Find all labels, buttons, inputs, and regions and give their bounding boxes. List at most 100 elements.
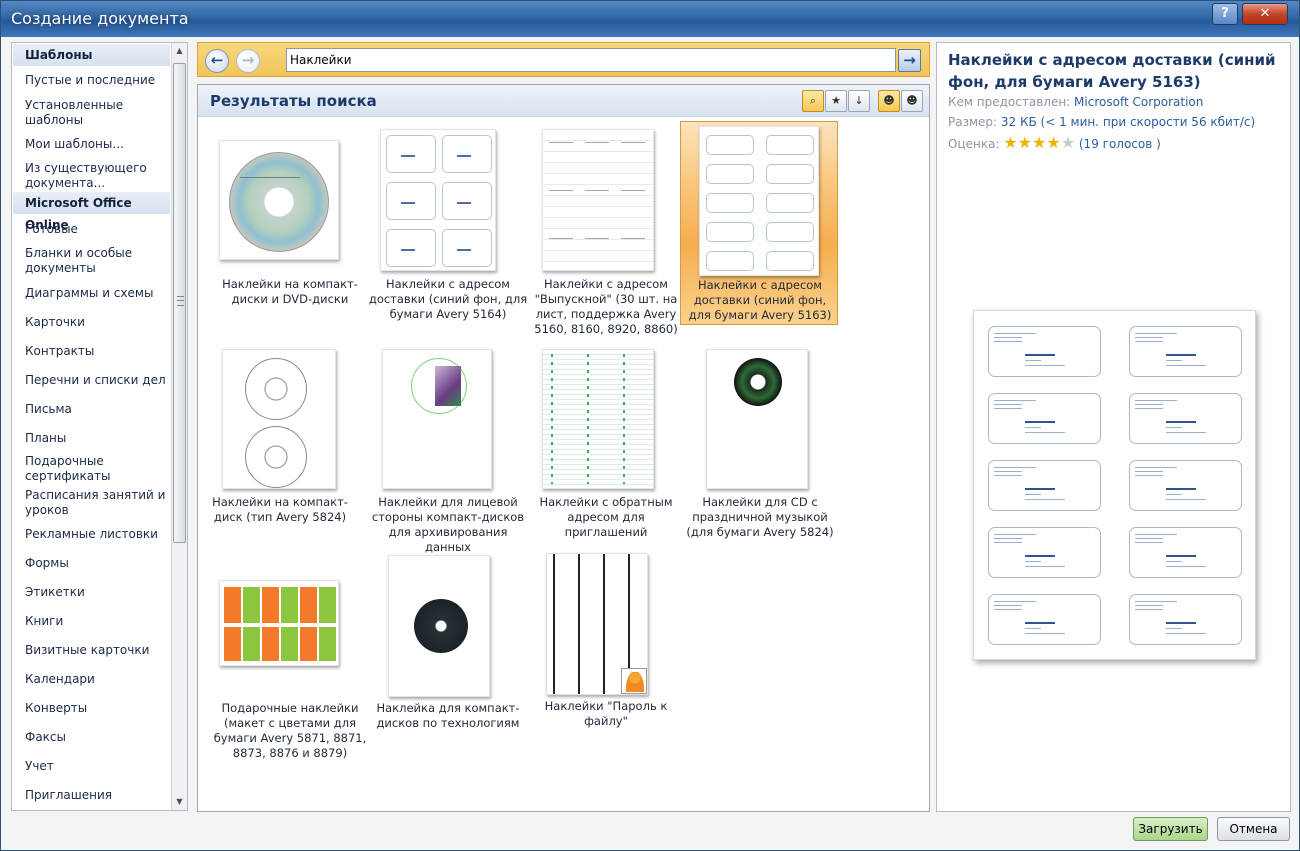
results-title: Результаты поиска	[210, 92, 377, 110]
sort-by-name-icon[interactable]: ↓	[848, 90, 870, 112]
sidebar-item-envelopes[interactable]: Конверты	[13, 701, 170, 716]
preview-label-cell	[1129, 393, 1242, 444]
search-view-icon[interactable]: ⌕	[802, 90, 824, 112]
star-icon: ★	[1003, 133, 1018, 152]
search-input[interactable]	[286, 48, 896, 72]
template-title: Наклейка для компакт-дисков по технологи…	[376, 701, 520, 730]
votes-count: (19 голосов )	[1078, 137, 1161, 151]
template-tile-cd-5824[interactable]: Наклейки на компакт-диск (тип Avery 5824…	[200, 347, 360, 547]
scrollbar-thumb[interactable]	[173, 63, 186, 543]
rating-stars[interactable]: ★★★★★	[1003, 133, 1075, 152]
template-title: Наклейки на компакт-диск (тип Avery 5824…	[212, 495, 348, 524]
template-tile-graduation[interactable]: Наклейки с адресом "Выпускной" (30 шт. н…	[526, 125, 686, 365]
template-title: Наклейки с адресом доставки (синий фон, …	[688, 278, 832, 322]
help-button[interactable]: ?	[1212, 3, 1238, 25]
sidebar-item-invitations[interactable]: Приглашения	[13, 788, 170, 803]
template-tile-tech-cd[interactable]: Наклейка для компакт-дисков по технологи…	[368, 553, 528, 763]
title-bar[interactable]: Создание документа ? ✕	[1, 1, 1299, 37]
template-tile-cd-archive[interactable]: Наклейки для лицевой стороны компакт-дис…	[368, 347, 528, 554]
sidebar-item-plans[interactable]: Планы	[13, 431, 170, 446]
sidebar-item-diagrams[interactable]: Диаграммы и схемы	[13, 286, 170, 301]
template-tile-cd-dvd[interactable]: Наклейки на компакт-диски и DVD-диски	[210, 125, 370, 365]
close-button[interactable]: ✕	[1242, 3, 1288, 25]
template-title: Наклейки "Пароль к файлу"	[544, 699, 668, 728]
template-thumbnail	[542, 129, 654, 271]
community-templates-icon[interactable]: ☻	[878, 90, 900, 112]
start-search-button[interactable]: →	[898, 49, 921, 72]
forward-button[interactable]: →	[236, 49, 260, 73]
sort-by-rating-icon[interactable]: ★	[825, 90, 847, 112]
sidebar-item-accounting[interactable]: Учет	[13, 759, 170, 774]
preview-label-cell	[988, 594, 1101, 645]
template-title: Наклейки с адресом доставки (синий фон, …	[368, 277, 528, 321]
sidebar-item-featured[interactable]: Готовые	[13, 222, 170, 237]
window-title: Создание документа	[11, 9, 189, 28]
sidebar-item-schedules[interactable]: Расписания занятий и уроков	[13, 488, 170, 518]
template-thumbnail	[706, 349, 808, 489]
sidebar-item-blank-recent[interactable]: Пустые и последние	[13, 73, 170, 88]
preview-label-cell	[988, 460, 1101, 511]
template-thumbnail	[382, 349, 492, 489]
provider-label: Кем предоставлен:	[948, 95, 1071, 109]
search-results-panel: Результаты поиска ⌕ ★ ↓ ☻ ☻ Наклейки на …	[197, 84, 930, 812]
template-tile-holiday-cd[interactable]: Наклейки для CD с праздничной музыкой (д…	[680, 347, 840, 547]
sidebar-item-installed[interactable]: Установленные шаблоны	[13, 98, 170, 128]
scrollbar-grip-icon	[177, 296, 184, 306]
sidebar-item-lists[interactable]: Перечни и списки дел	[13, 373, 170, 388]
scroll-up-arrow-icon[interactable]: ▲	[172, 43, 187, 59]
star-icon: ★	[1032, 133, 1047, 152]
results-header: Результаты поиска ⌕ ★ ↓ ☻ ☻	[198, 85, 929, 117]
size-value: 32 КБ (< 1 мин. при скорости 56 кбит/с)	[1000, 115, 1256, 129]
template-tile-shipping-5163-selected[interactable]: Наклейки с адресом доставки (синий фон, …	[680, 121, 838, 325]
sidebar-header-templates: Шаблоны	[13, 44, 170, 66]
template-preview-panel: Наклейки с адресом доставки (синий фон, …	[936, 42, 1291, 812]
preview-label-cell	[1129, 326, 1242, 377]
preview-label-cell	[988, 527, 1101, 578]
template-title: Подарочные наклейки (макет с цветами для…	[213, 701, 367, 760]
template-title: Наклейки с обратным адресом для приглаше…	[539, 495, 673, 539]
category-list: Шаблоны Пустые и последние Установленные…	[12, 43, 172, 810]
sidebar-item-my-templates[interactable]: Мои шаблоны...	[13, 137, 170, 152]
preview-label-cell	[1129, 460, 1242, 511]
sidebar-item-contracts[interactable]: Контракты	[13, 344, 170, 359]
template-thumbnail	[222, 349, 336, 489]
sidebar-item-letters[interactable]: Письма	[13, 402, 170, 417]
template-tile-gift-flowers[interactable]: Подарочные наклейки (макет с цветами для…	[210, 555, 370, 765]
star-icon: ★	[1046, 133, 1061, 152]
sidebar-header-office-online[interactable]: Microsoft Office Online	[13, 192, 170, 232]
sidebar-item-books[interactable]: Книги	[13, 614, 170, 629]
preview-label-cell	[1129, 594, 1242, 645]
sidebar-item-gift-certificates[interactable]: Подарочные сертификаты	[13, 454, 170, 484]
sidebar-item-forms-special[interactable]: Бланки и особые документы	[13, 246, 170, 276]
template-thumbnail	[699, 126, 819, 276]
template-thumbnail	[219, 580, 339, 666]
sidebar-item-forms[interactable]: Формы	[13, 556, 170, 571]
sidebar-item-business-cards[interactable]: Визитные карточки	[13, 643, 170, 658]
template-tile-return-address[interactable]: Наклейки с обратным адресом для приглаше…	[526, 347, 686, 547]
sidebar-item-calendars[interactable]: Календари	[13, 672, 170, 687]
sidebar-item-flyers[interactable]: Рекламные листовки	[13, 527, 170, 542]
sidebar-scrollbar[interactable]: ▲ ▼	[171, 43, 187, 810]
sidebar-item-cards[interactable]: Карточки	[13, 315, 170, 330]
preview-rating-row: Оценка: ★★★★★ (19 голосов )	[948, 133, 1161, 152]
template-title: Наклейки с адресом "Выпускной" (30 шт. н…	[534, 277, 678, 336]
sidebar-item-faxes[interactable]: Факсы	[13, 730, 170, 745]
preview-title: Наклейки с адресом доставки (синий фон, …	[948, 51, 1276, 91]
preview-size-row: Размер: 32 КБ (< 1 мин. при скорости 56 …	[948, 115, 1255, 129]
template-tile-password[interactable]: Наклейки "Пароль к файлу"	[526, 553, 686, 763]
star-icon: ★	[1017, 133, 1033, 152]
navigation-bar: ← → →	[197, 42, 930, 77]
template-thumbnail	[546, 553, 648, 695]
template-title: Наклейки для CD с праздничной музыкой (д…	[686, 495, 834, 539]
cancel-button[interactable]: Отмена	[1217, 817, 1290, 841]
preview-provider-row: Кем предоставлен: Microsoft Corporation	[948, 95, 1203, 109]
hide-community-icon[interactable]: ☻	[901, 90, 923, 112]
back-button[interactable]: ←	[205, 49, 229, 73]
sidebar-item-labels[interactable]: Этикетки	[13, 585, 170, 600]
sidebar-item-from-existing[interactable]: Из существующего документа...	[13, 161, 170, 191]
scroll-down-arrow-icon[interactable]: ▼	[172, 794, 187, 810]
rating-label: Оценка:	[948, 137, 1000, 151]
template-title: Наклейки на компакт-диски и DVD-диски	[222, 277, 358, 306]
template-tile-shipping-5164[interactable]: Наклейки с адресом доставки (синий фон, …	[368, 125, 528, 365]
load-button[interactable]: Загрузить	[1133, 817, 1208, 841]
